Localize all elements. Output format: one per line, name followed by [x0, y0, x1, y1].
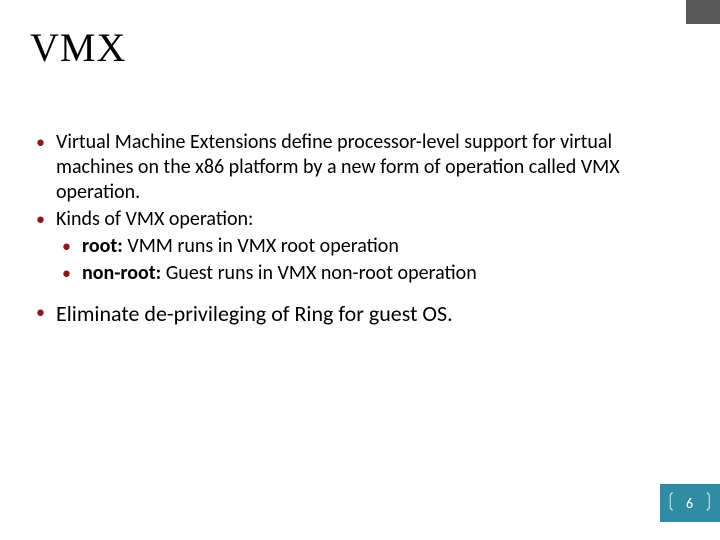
sub-bullet-item: • non-root: Guest runs in VMX non-root o…	[62, 261, 680, 286]
bullet-item: • Kinds of VMX operation:	[36, 207, 680, 232]
top-accent-bar	[686, 0, 720, 24]
bracket-left-icon: 〔	[661, 493, 674, 513]
bullet-icon: •	[36, 300, 56, 328]
bullet-label: non-root:	[82, 261, 161, 285]
bullet-label: root:	[82, 234, 123, 258]
bullet-icon: •	[36, 207, 56, 232]
slide-title: VMX	[30, 24, 126, 71]
bullet-text: root: VMM runs in VMX root operation	[82, 234, 680, 259]
page-number-wrap: 〔 6 〕	[657, 493, 720, 513]
bullet-rest: Guest runs in VMX non-root operation	[161, 261, 477, 285]
sub-bullet-item: • root: VMM runs in VMX root operation	[62, 234, 680, 259]
bullet-icon: •	[36, 130, 56, 205]
bullet-rest: VMM runs in VMX root operation	[123, 234, 399, 258]
bullet-icon: •	[62, 261, 82, 286]
bracket-right-icon: 〕	[706, 493, 719, 513]
bullet-item: • Virtual Machine Extensions define proc…	[36, 130, 680, 205]
slide: VMX • Virtual Machine Extensions define …	[0, 0, 720, 540]
bullet-text: Virtual Machine Extensions define proces…	[56, 130, 680, 205]
bullet-text: Eliminate de-privileging of Ring for gue…	[56, 300, 680, 328]
bullet-icon: •	[62, 234, 82, 259]
bullet-text: non-root: Guest runs in VMX non-root ope…	[82, 261, 680, 286]
page-number: 6	[686, 495, 694, 512]
bullet-text: Kinds of VMX operation:	[56, 207, 680, 232]
bullet-item: • Eliminate de-privileging of Ring for g…	[36, 300, 680, 328]
page-number-box: 〔 6 〕	[660, 484, 720, 522]
slide-body: • Virtual Machine Extensions define proc…	[36, 130, 680, 330]
